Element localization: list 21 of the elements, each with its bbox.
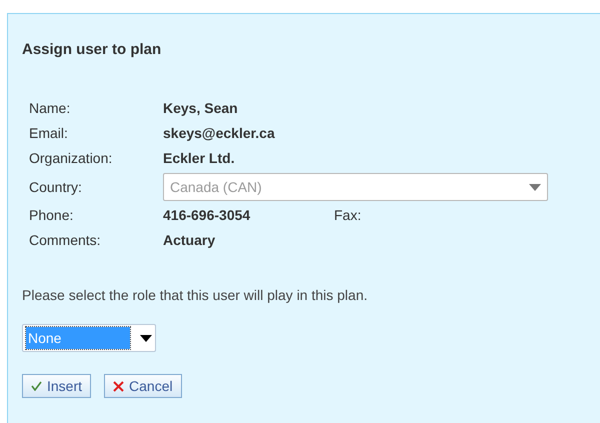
field-value: Keys, Sean	[163, 99, 239, 118]
check-icon	[31, 381, 42, 391]
field-value: Eckler Ltd.	[163, 149, 236, 168]
dialog-title: Assign user to plan	[22, 41, 162, 59]
field-label: Organization:	[29, 149, 114, 168]
caret-icon	[140, 334, 152, 342]
cancel-button[interactable]: Cancel	[104, 374, 182, 398]
caret-icon	[529, 184, 541, 190]
field-label: Country:	[29, 178, 83, 197]
field-label: Comments:	[29, 231, 102, 250]
field-label: Fax:	[334, 206, 362, 225]
field-label: Name:	[29, 99, 72, 118]
close-icon	[113, 380, 124, 392]
selected-value: None	[26, 327, 130, 349]
instruction-text: Please select the role that this user will play in this plan.	[22, 286, 369, 305]
field-label: Phone:	[29, 206, 74, 225]
field-value: skeys@eckler.ca	[163, 124, 276, 143]
field-value: 416-696-3054	[163, 206, 252, 225]
insert-button[interactable]: Insert	[22, 374, 92, 398]
field-label: Email:	[29, 124, 69, 143]
field-value: Actuary	[163, 231, 216, 250]
